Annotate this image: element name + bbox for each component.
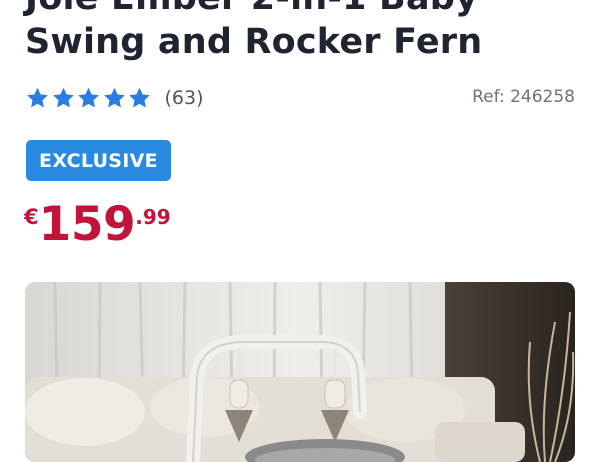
price: €159.99	[24, 195, 171, 255]
price-cents: .99	[135, 205, 171, 229]
product-image[interactable]	[25, 282, 575, 462]
star-icon	[76, 86, 101, 110]
exclusive-badge: EXCLUSIVE	[26, 140, 171, 181]
product-title-line-2: Swing and Rocker Fern	[25, 22, 483, 62]
star-rating[interactable]	[25, 86, 153, 110]
baby-swing-photo	[25, 282, 575, 462]
star-icon	[51, 86, 76, 110]
star-icon	[102, 86, 127, 110]
product-reference: Ref: 246258	[472, 87, 575, 107]
price-currency: €	[24, 205, 39, 229]
review-count-link[interactable]: (63)	[165, 87, 204, 109]
rating-row[interactable]: (63)	[25, 84, 204, 112]
star-icon	[127, 86, 152, 110]
product-title-line-1: Joie Ember 2-in-1 Baby	[25, 0, 482, 20]
star-icon	[25, 86, 50, 110]
product-title: Joie Ember 2-in-1 Baby Swing and Rocker …	[25, 0, 482, 64]
price-whole: 159	[38, 197, 136, 252]
